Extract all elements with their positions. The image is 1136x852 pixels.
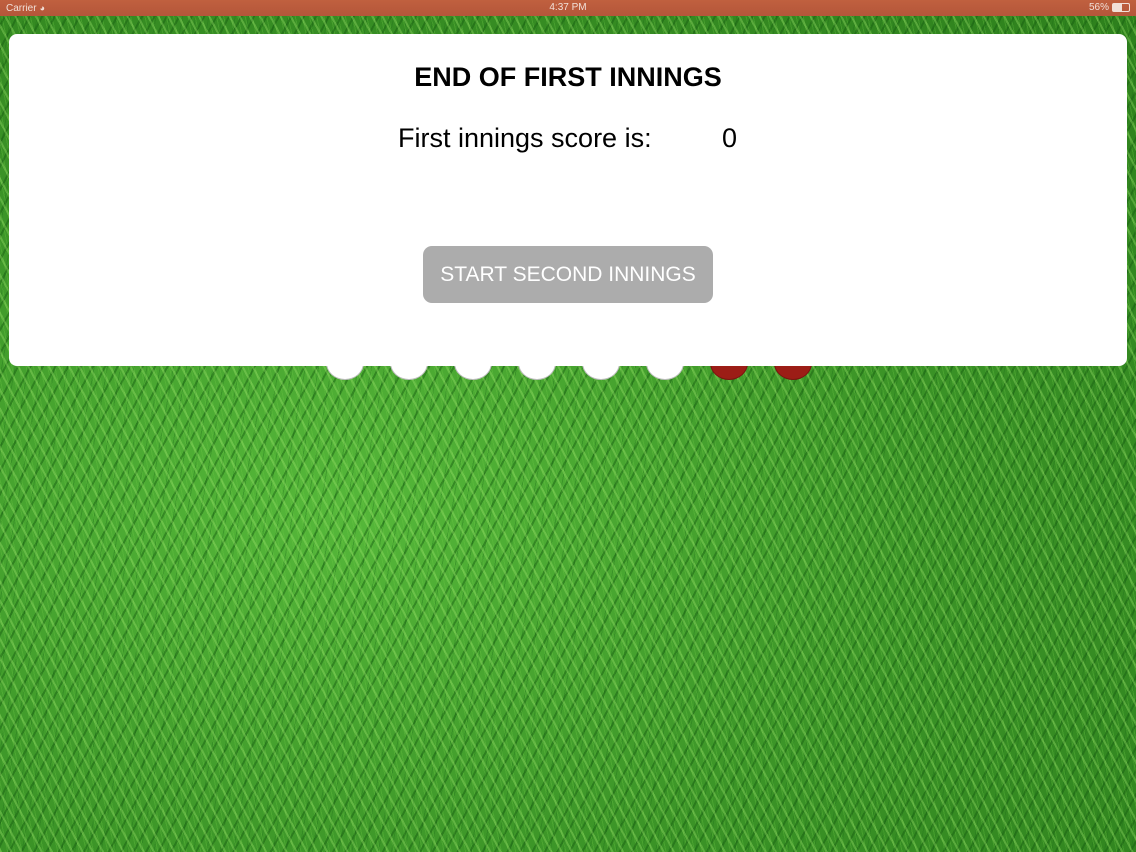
status-bar: Carrier ◕ 4:37 PM 56% <box>0 0 1136 16</box>
start-second-innings-button[interactable]: START SECOND INNINGS <box>423 246 713 303</box>
battery-percent: 56% <box>1088 2 1109 13</box>
innings-dialog: END OF FIRST INNINGS First innings score… <box>9 34 1127 366</box>
battery-status: 56% <box>1089 0 1130 16</box>
battery-icon <box>1112 2 1130 12</box>
score-value: 0 <box>722 123 738 153</box>
grass-background: Carrier ◕ 4:37 PM 56% END OF FIRST INNING… <box>0 0 1136 852</box>
clock: 4:37 PM <box>549 2 587 13</box>
dialog-title: END OF FIRST INNINGS <box>414 62 722 92</box>
score-label: First innings score is: <box>398 123 652 153</box>
